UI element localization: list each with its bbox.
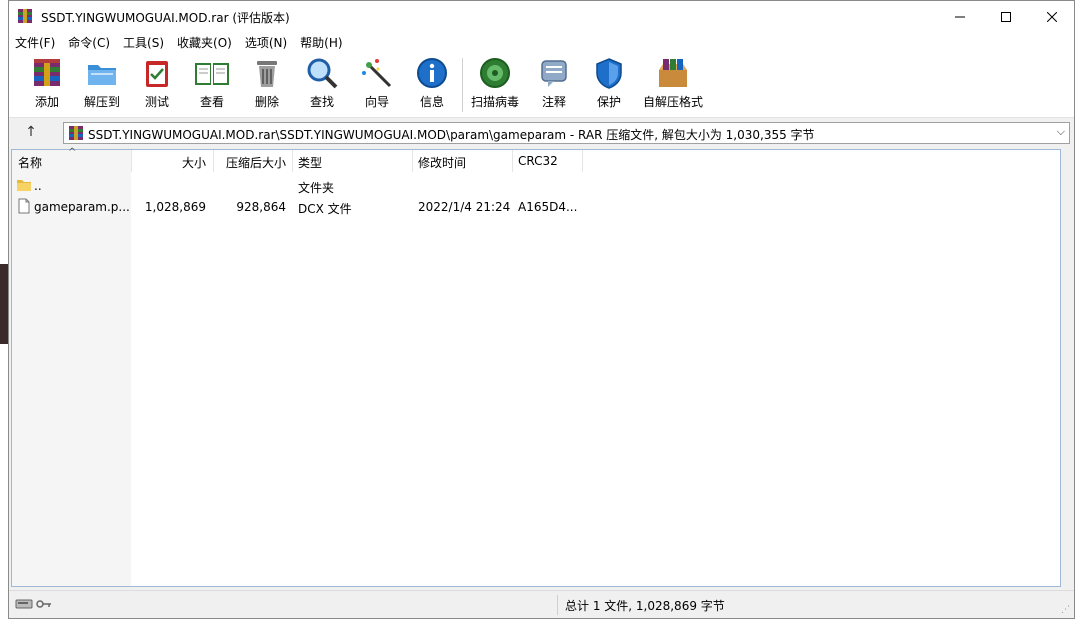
find-label: 查找 [309, 95, 334, 109]
close-button[interactable] [1029, 1, 1075, 32]
menu-options[interactable]: 选项(N) [239, 32, 294, 52]
file-name: .. [34, 179, 42, 193]
window-title: SSDT.YINGWUMOGUAI.MOD.rar (评估版本) [41, 11, 290, 25]
sfx-label: 自解压格式 [642, 95, 703, 109]
file-list[interactable]: 名称 ^ 大小 压缩后大小 类型 修改时间 CRC32 .. 文件夹 gamep… [11, 147, 1061, 587]
virus-shield-icon [480, 58, 510, 88]
up-arrow-icon: ↑ [25, 124, 37, 140]
extract-to-label: 解压到 [83, 95, 120, 109]
add-button[interactable]: 添加 [19, 56, 75, 114]
virus-scan-label: 扫描病毒 [470, 95, 519, 109]
file-name: gameparam.p... [34, 200, 130, 214]
protect-label: 保护 [596, 95, 621, 109]
menu-file[interactable]: 文件(F) [9, 32, 62, 52]
chevron-down-icon[interactable]: ⌵ [1057, 125, 1065, 139]
extract-to-button[interactable]: 解压到 [74, 56, 130, 114]
minimize-button[interactable] [937, 1, 983, 32]
toolbar: 添加 解压到 测试 查看 删除 查找 向导 信息 扫描病毒 注释 保护 自解压格… [9, 52, 1074, 118]
column-header-packed[interactable]: 压缩后大小 [214, 154, 286, 171]
clipboard-check-icon [146, 61, 168, 87]
status-divider [557, 595, 558, 615]
wizard-label: 向导 [364, 95, 389, 109]
magic-wand-icon [362, 59, 392, 88]
column-header-type[interactable]: 类型 [298, 154, 322, 171]
address-row: ↑ SSDT.YINGWUMOGUAI.MOD.rar\SSDT.YINGWUM… [9, 119, 1074, 147]
menu-bar: 文件(F) 命令(C) 工具(S) 收藏夹(O) 选项(N) 帮助(H) [9, 32, 1074, 52]
resize-grip-icon[interactable]: ⋰ [1061, 605, 1070, 615]
magnifier-icon [307, 58, 338, 89]
column-divider[interactable] [582, 150, 583, 172]
menu-tools[interactable]: 工具(S) [117, 32, 171, 52]
up-button[interactable]: ↑ [21, 124, 41, 142]
info-label: 信息 [419, 95, 444, 109]
table-row[interactable]: .. 文件夹 [12, 175, 1060, 196]
status-bar: 总计 1 文件, 1,028,869 字节 ⋰ [9, 590, 1074, 618]
info-button[interactable]: 信息 [404, 56, 460, 114]
view-button[interactable]: 查看 [184, 56, 240, 114]
file-crc: A165D4... [518, 200, 578, 214]
test-label: 测试 [144, 95, 169, 109]
view-label: 查看 [199, 95, 224, 109]
file-type: DCX 文件 [298, 202, 352, 216]
address-path: SSDT.YINGWUMOGUAI.MOD.rar\SSDT.YINGWUMOG… [88, 128, 815, 142]
trash-can-icon [257, 61, 277, 87]
rar-archive-icon [69, 126, 83, 140]
comment-button[interactable]: 注释 [526, 56, 582, 114]
menu-help[interactable]: 帮助(H) [294, 32, 349, 52]
add-label: 添加 [34, 95, 59, 109]
file-icon [18, 198, 30, 214]
test-button[interactable]: 测试 [129, 56, 185, 114]
open-book-icon [195, 63, 229, 85]
maximize-button[interactable] [983, 1, 1029, 32]
drive-key-icon[interactable] [15, 597, 55, 611]
winrar-app-icon [18, 9, 32, 23]
add-archive-icon [34, 59, 60, 86]
folder-extract-icon [88, 65, 116, 85]
vertical-scrollbar[interactable] [1063, 149, 1074, 587]
wizard-button[interactable]: 向导 [349, 56, 405, 114]
file-type: 文件夹 [298, 181, 335, 195]
comment-note-icon [541, 60, 567, 87]
table-row[interactable]: gameparam.p... 1,028,869 928,864 DCX 文件 … [12, 196, 1060, 217]
sort-ascending-icon: ^ [68, 147, 77, 158]
desktop-wallpaper-fragment [0, 264, 8, 344]
close-icon [1047, 11, 1057, 22]
menu-commands[interactable]: 命令(C) [62, 32, 117, 52]
delete-label: 删除 [254, 95, 279, 109]
address-bar[interactable]: SSDT.YINGWUMOGUAI.MOD.rar\SSDT.YINGWUMOG… [63, 122, 1070, 144]
file-modified: 2022/1/4 21:24 [418, 200, 511, 214]
menu-favorites[interactable]: 收藏夹(O) [171, 32, 239, 52]
column-header-crc[interactable]: CRC32 [518, 154, 558, 168]
info-icon [417, 58, 447, 88]
column-header-name[interactable]: 名称 [18, 154, 42, 171]
delete-button[interactable]: 删除 [239, 56, 295, 114]
column-header-modified[interactable]: 修改时间 [418, 154, 466, 171]
file-packed-size: 928,864 [236, 200, 286, 214]
column-divider[interactable] [412, 150, 413, 172]
file-size: 1,028,869 [144, 200, 206, 214]
column-header-size[interactable]: 大小 [132, 154, 206, 171]
column-divider[interactable] [512, 150, 513, 172]
status-icons [15, 597, 55, 614]
title-bar[interactable]: SSDT.YINGWUMOGUAI.MOD.rar (评估版本) [9, 1, 1074, 32]
comment-label: 注释 [541, 95, 566, 109]
protect-button[interactable]: 保护 [581, 56, 637, 114]
shield-icon [596, 58, 622, 89]
maximize-icon [1001, 11, 1011, 22]
status-summary: 总计 1 文件, 1,028,869 字节 [565, 599, 725, 613]
self-extract-box-icon [659, 59, 687, 87]
toolbar-separator [462, 58, 463, 112]
minimize-icon [955, 16, 965, 17]
column-divider[interactable] [292, 150, 293, 172]
winrar-window: SSDT.YINGWUMOGUAI.MOD.rar (评估版本) 文件(F) 命… [8, 0, 1075, 619]
virus-scan-button[interactable]: 扫描病毒 [467, 56, 523, 114]
folder-icon [17, 180, 31, 191]
list-header: 名称 ^ 大小 压缩后大小 类型 修改时间 CRC32 [12, 147, 1060, 172]
find-button[interactable]: 查找 [294, 56, 350, 114]
sfx-button[interactable]: 自解压格式 [637, 56, 709, 114]
